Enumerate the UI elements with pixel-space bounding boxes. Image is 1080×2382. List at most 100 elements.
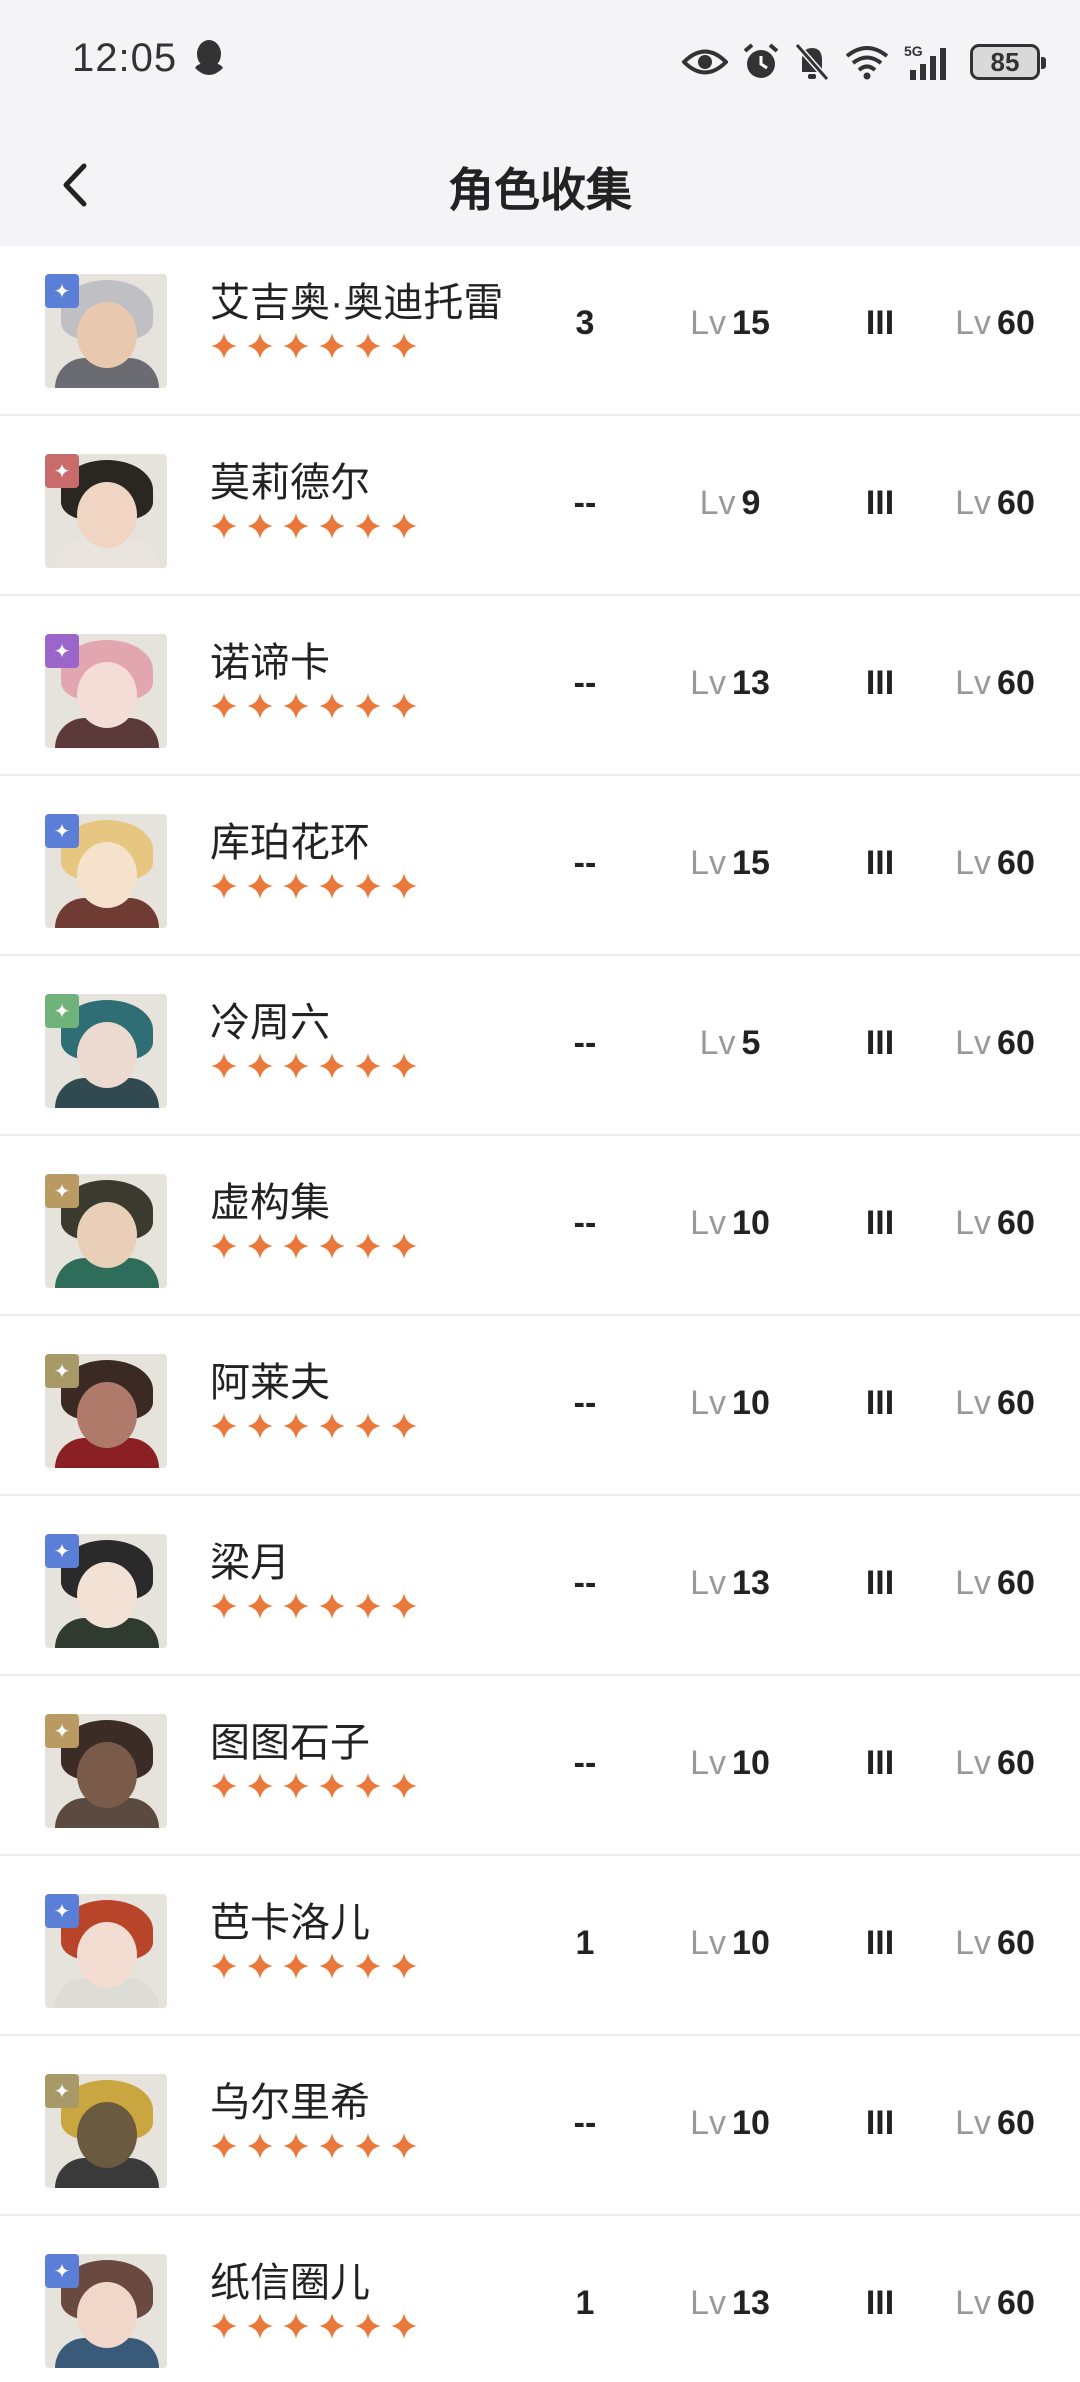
star-icon [246, 1772, 274, 1805]
character-row[interactable]: ✦ 冷周六 -- Lv 5 III Lv 60 [0, 956, 1080, 1136]
star-icon [390, 1772, 418, 1805]
character-row[interactable]: ✦ 诺谛卡 -- Lv 13 III Lv 60 [0, 596, 1080, 776]
star-icon [318, 2312, 346, 2345]
lv-prefix: Lv [955, 1924, 992, 1962]
star-element-icon: ✦ [45, 274, 79, 308]
star-icon [282, 1952, 310, 1985]
rarity-stars [210, 1952, 418, 1985]
character-level: Lv 10 [660, 1198, 800, 1248]
lv-prefix: Lv [955, 664, 992, 702]
star-icon [210, 332, 238, 365]
max-level: Lv 60 [925, 2098, 1065, 2148]
insight-level: III [865, 1204, 895, 1242]
character-row[interactable]: ✦ 虚构集 -- Lv 10 III Lv 60 [0, 1136, 1080, 1316]
star-icon [246, 1952, 274, 1985]
lv-prefix: Lv [955, 1564, 992, 1602]
battery-level: 85 [990, 46, 1020, 77]
max-level: Lv 60 [925, 1198, 1065, 1248]
character-name: 梁月 [210, 1541, 290, 1585]
lv-prefix: Lv [699, 484, 736, 522]
character-level: Lv 10 [660, 1918, 800, 1968]
lv-prefix: Lv [955, 2284, 992, 2322]
character-level: Lv 10 [660, 2098, 800, 2148]
star-icon [354, 692, 382, 725]
star-icon [318, 1592, 346, 1625]
lv-prefix: Lv [690, 1384, 727, 1422]
portrait-rank: -- [573, 664, 597, 702]
insight-level: III [865, 664, 895, 702]
star-icon [318, 1412, 346, 1445]
star-icon [390, 1232, 418, 1265]
status-bar: 12:05 5G 85 [0, 0, 1080, 124]
spirit-element-icon: ✦ [45, 634, 79, 668]
rarity-stars [210, 2132, 418, 2165]
character-level: Lv 15 [660, 838, 800, 888]
character-row[interactable]: ✦ 梁月 -- Lv 13 III Lv 60 [0, 1496, 1080, 1676]
max-level: Lv 60 [925, 658, 1065, 708]
app-header: 角色收集 [0, 124, 1080, 246]
character-name: 冷周六 [210, 1001, 330, 1045]
max-level: Lv 60 [925, 298, 1065, 348]
max-level-value: 60 [997, 844, 1035, 882]
star-icon [246, 1232, 274, 1265]
star-icon [210, 512, 238, 545]
star-icon [282, 872, 310, 905]
character-row[interactable]: ✦ 库珀花环 -- Lv 15 III Lv 60 [0, 776, 1080, 956]
star-icon [318, 1232, 346, 1265]
level-value: 9 [741, 484, 761, 522]
intellect-element-icon: ✦ [45, 1354, 79, 1388]
star-icon [354, 1592, 382, 1625]
character-row[interactable]: ✦ 乌尔里希 -- Lv 10 III Lv 60 [0, 2036, 1080, 2216]
star-icon [282, 512, 310, 545]
max-level: Lv 60 [925, 1558, 1065, 1608]
star-icon [210, 1772, 238, 1805]
lv-prefix: Lv [690, 1204, 727, 1242]
star-icon [210, 872, 238, 905]
level-value: 15 [732, 844, 770, 882]
character-name: 艾吉奥·奥迪托雷 [210, 281, 504, 325]
star-icon [246, 1412, 274, 1445]
lv-prefix: Lv [690, 1924, 727, 1962]
star-icon [210, 1232, 238, 1265]
status-icons: 5G 85 [682, 38, 1046, 86]
character-name: 诺谛卡 [210, 641, 330, 685]
character-row[interactable]: ✦ 纸信圈儿 1 Lv 13 III Lv 60 [0, 2216, 1080, 2382]
star-icon [318, 1772, 346, 1805]
rarity-stars [210, 1412, 418, 1445]
character-row[interactable]: ✦ 阿莱夫 -- Lv 10 III Lv 60 [0, 1316, 1080, 1496]
character-row[interactable]: ✦ 莫莉德尔 -- Lv 9 III Lv 60 [0, 416, 1080, 596]
level-value: 10 [732, 2104, 770, 2142]
character-row[interactable]: ✦ 图图石子 -- Lv 10 III Lv 60 [0, 1676, 1080, 1856]
character-list[interactable]: ✦ 艾吉奥·奥迪托雷 3 Lv 15 III Lv 60 ✦ 莫莉德尔 -- Lv 9 III Lv 60 ✦ 诺… [0, 246, 1080, 2382]
beast-element-icon: ✦ [45, 454, 79, 488]
insight-level: III [865, 1384, 895, 1422]
max-level-value: 60 [997, 1564, 1035, 1602]
character-name: 库珀花环 [210, 821, 370, 865]
rarity-stars [210, 1772, 418, 1805]
character-level: Lv 13 [660, 658, 800, 708]
wifi-icon [845, 46, 889, 80]
star-icon [354, 512, 382, 545]
portrait-rank: 1 [575, 1924, 595, 1962]
portrait-rank: -- [573, 1024, 597, 1062]
portrait-rank: -- [573, 1204, 597, 1242]
max-level-value: 60 [997, 1384, 1035, 1422]
portrait-rank: -- [573, 1384, 597, 1422]
max-level-value: 60 [997, 1204, 1035, 1242]
star-icon [210, 2132, 238, 2165]
intellect-element-icon: ✦ [45, 2074, 79, 2108]
max-level-value: 60 [997, 1024, 1035, 1062]
rarity-stars [210, 2312, 418, 2345]
character-row[interactable]: ✦ 艾吉奥·奥迪托雷 3 Lv 15 III Lv 60 [0, 246, 1080, 416]
rarity-stars [210, 1052, 418, 1085]
character-name: 纸信圈儿 [210, 2261, 370, 2305]
rarity-stars [210, 872, 418, 905]
rarity-stars [210, 1592, 418, 1625]
portrait-rank: -- [573, 484, 597, 522]
character-name: 芭卡洛儿 [210, 1901, 370, 1945]
character-level: Lv 13 [660, 1558, 800, 1608]
character-row[interactable]: ✦ 芭卡洛儿 1 Lv 10 III Lv 60 [0, 1856, 1080, 2036]
character-name: 阿莱夫 [210, 1361, 330, 1405]
lv-prefix: Lv [955, 304, 992, 342]
lv-prefix: Lv [955, 1744, 992, 1782]
